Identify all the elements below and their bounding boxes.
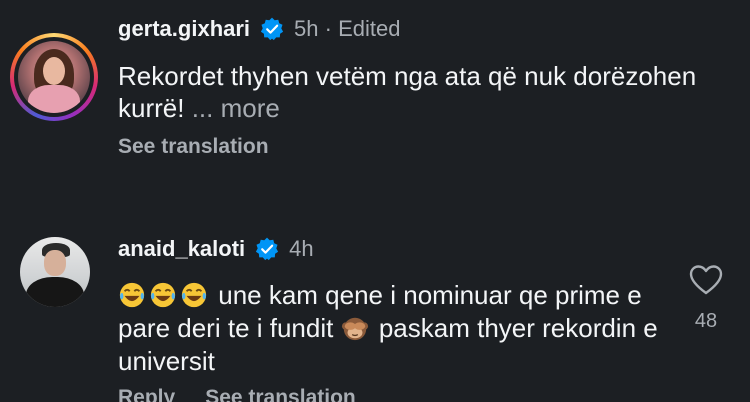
reply-button[interactable]: Reply [118, 386, 175, 402]
see-no-evil-monkey-emoji [341, 317, 368, 341]
timestamp: 4h [289, 236, 314, 261]
see-translation-link[interactable]: See translation [205, 386, 356, 402]
comment-item: gerta.gixhari 5h · Edited Rekordet thyhe… [0, 0, 750, 205]
username[interactable]: anaid_kaloti [118, 236, 245, 262]
comment-text: Rekordet thyhen vetëm nga ata që nuk dor… [118, 61, 697, 123]
heart-icon[interactable] [689, 264, 723, 296]
comment-header: gerta.gixhari 5h · Edited [118, 16, 401, 42]
more-link[interactable]: ... more [192, 93, 280, 123]
timestamp: 5h · Edited [294, 16, 401, 41]
comment-text: une kam qene i nominuar qe prime e pare … [118, 280, 658, 376]
like-count: 48 [694, 310, 718, 332]
laughing-crying-emoji [150, 282, 176, 308]
laughing-crying-emoji [119, 282, 145, 308]
avatar[interactable] [20, 237, 90, 307]
comment-item: anaid_kaloti 4h une kam qene i nominuar … [0, 212, 750, 402]
username[interactable]: gerta.gixhari [118, 16, 250, 42]
laughing-crying-emoji [181, 282, 207, 308]
comments-screen: gerta.gixhari 5h · Edited Rekordet thyhe… [0, 0, 750, 402]
comment-header: anaid_kaloti 4h [118, 236, 314, 262]
comment-actions: Reply See translation [118, 386, 356, 402]
verified-badge-icon [256, 237, 279, 261]
verified-badge-icon [260, 17, 284, 41]
avatar [18, 41, 90, 113]
like-control: 48 [684, 264, 728, 333]
story-ring[interactable] [10, 33, 98, 121]
see-translation-link[interactable]: See translation [118, 135, 269, 159]
